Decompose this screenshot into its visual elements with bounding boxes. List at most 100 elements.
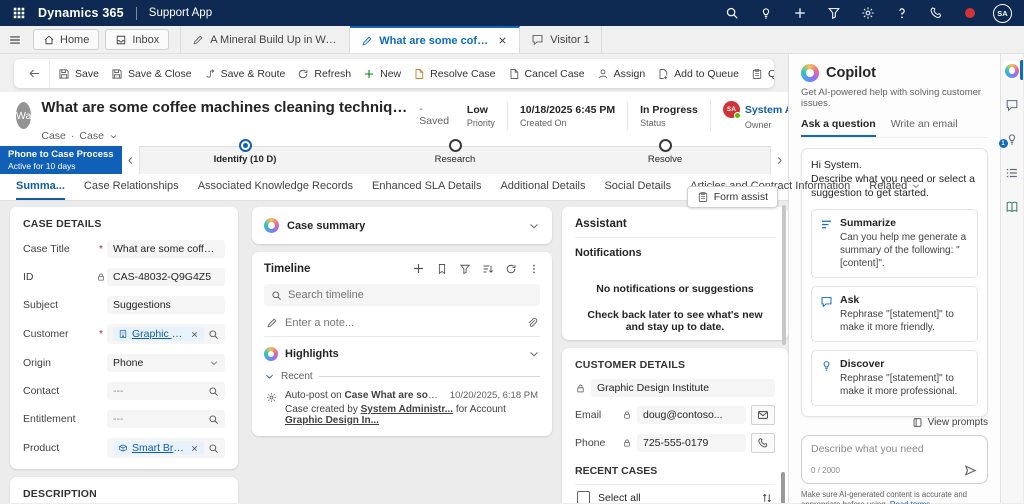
user-avatar[interactable]: SA <box>993 3 1012 23</box>
rail-teams-chat-button[interactable] <box>1003 95 1022 114</box>
note-composer[interactable] <box>264 315 540 337</box>
tab-write-an-email[interactable]: Write an email <box>891 118 958 137</box>
tab-related[interactable]: Related <box>869 180 921 200</box>
rail-knowledge-search-button[interactable] <box>1003 197 1022 216</box>
customer-lookup[interactable]: Graphic Design I... <box>107 324 225 344</box>
rail-copilot-button[interactable] <box>1002 61 1022 80</box>
inbox-button[interactable]: Inbox <box>105 29 170 50</box>
subject-input[interactable]: Suggestions <box>107 296 225 314</box>
new-button[interactable]: New <box>357 59 407 88</box>
help-icon[interactable] <box>891 2 913 24</box>
entitlement-lookup[interactable]: --- <box>107 410 225 428</box>
lookup-search-icon[interactable] <box>208 442 219 454</box>
app-name[interactable]: Support App <box>149 7 212 19</box>
case-title-input[interactable]: What are some coffee ma... <box>107 240 225 258</box>
attach-paperclip-icon[interactable] <box>526 317 538 329</box>
assign-button[interactable]: Assign <box>591 59 652 88</box>
lookup-search-icon[interactable] <box>208 413 219 425</box>
phone-value[interactable]: 725-555-0179 <box>637 434 746 452</box>
close-tab-icon[interactable] <box>497 35 508 46</box>
remove-value-icon[interactable] <box>190 330 199 339</box>
note-input[interactable] <box>285 317 519 329</box>
hamburger-menu-icon[interactable] <box>0 26 30 53</box>
home-button[interactable]: Home <box>33 29 100 50</box>
stage-research[interactable]: Research <box>350 139 560 174</box>
tab-ask-a-question[interactable]: Ask a question <box>801 118 876 137</box>
select-all-checkbox[interactable] <box>577 491 590 503</box>
expand-chevron-icon[interactable] <box>528 348 540 360</box>
send-email-button[interactable] <box>751 405 775 425</box>
form-scrollbar-thumb[interactable] <box>782 205 786 345</box>
chevron-down-icon[interactable] <box>109 132 118 141</box>
add-record-icon[interactable] <box>412 262 425 275</box>
tab-associated-knowledge-records[interactable]: Associated Knowledge Records <box>198 180 353 200</box>
add-to-queue-button[interactable]: Add to Queue <box>651 59 745 88</box>
sort-icon[interactable] <box>482 263 494 275</box>
email-value[interactable]: doug@contoso... <box>637 406 746 424</box>
customer-record-link[interactable]: Graphic Design I... <box>132 328 186 340</box>
user-record-link[interactable]: System Administr... <box>361 404 453 415</box>
rail-suggestions-button[interactable]: 1 <box>998 129 1022 148</box>
rail-agent-scripts-button[interactable] <box>1003 163 1022 182</box>
refresh-icon[interactable] <box>505 263 517 275</box>
brand-title[interactable]: Dynamics 365 <box>38 6 124 20</box>
stage-identify[interactable]: Identify (10 D) <box>140 139 350 174</box>
lookup-search-icon[interactable] <box>208 385 219 397</box>
phone-dialer-icon[interactable] <box>925 2 947 24</box>
bookmark-icon[interactable] <box>436 263 448 275</box>
presence-status-dot[interactable] <box>959 2 981 24</box>
filter-icon[interactable] <box>823 2 845 24</box>
view-prompts-button[interactable]: View prompts <box>801 417 988 428</box>
tab-case-relationships[interactable]: Case Relationships <box>84 180 179 200</box>
search-icon[interactable] <box>721 2 743 24</box>
contact-lookup[interactable]: --- <box>107 382 225 400</box>
tab-social-details[interactable]: Social Details <box>604 180 671 200</box>
session-tab-visitor[interactable]: Visitor 1 <box>520 26 602 53</box>
account-name-field[interactable]: Graphic Design Institute <box>591 379 775 397</box>
session-tab-coffee-active[interactable]: What are some coffee mac... <box>350 26 521 53</box>
form-selector[interactable]: Case <box>79 130 104 142</box>
save-button[interactable]: Save <box>52 59 105 88</box>
session-tab-mineral[interactable]: A Mineral Build Up in Water Su... <box>180 26 351 53</box>
product-record-pill[interactable]: Smart Brew 300 <box>113 441 204 455</box>
suggestion-discover[interactable]: Discover Rephrase "[statement]" to make … <box>811 349 978 406</box>
settings-gear-icon[interactable] <box>857 2 879 24</box>
lightbulb-icon[interactable] <box>755 2 777 24</box>
save-route-button[interactable]: Save & Route <box>198 59 292 88</box>
suggestion-summarize[interactable]: Summarize Can you help me generate a sum… <box>811 208 978 278</box>
copilot-input-box[interactable]: 0 / 2000 <box>801 434 988 484</box>
stage-scroll-left-button[interactable] <box>122 146 140 174</box>
form-assist-button[interactable]: Form assist <box>686 186 778 208</box>
list-scrollbar-thumb[interactable] <box>781 472 785 503</box>
tab-additional-details[interactable]: Additional Details <box>500 180 585 200</box>
cancel-case-button[interactable]: Cancel Case <box>502 59 591 88</box>
resolve-case-button[interactable]: Resolve Case <box>407 59 501 88</box>
stage-resolve[interactable]: Resolve <box>560 139 770 174</box>
queue-item-details-button[interactable]: Queue Item Details <box>745 59 774 88</box>
product-record-link[interactable]: Smart Brew 300 <box>132 442 186 454</box>
product-lookup[interactable]: Smart Brew 300 <box>107 438 225 458</box>
collapse-chevron-icon[interactable] <box>264 371 275 382</box>
timeline-entry[interactable]: Auto-post on Case What are some coffee m… <box>264 390 540 426</box>
remove-value-icon[interactable] <box>190 444 199 453</box>
account-record-link[interactable]: Graphic Design In... <box>285 415 379 426</box>
call-phone-button[interactable] <box>751 433 775 453</box>
back-button[interactable] <box>20 59 50 88</box>
expand-chevron-icon[interactable] <box>528 220 540 232</box>
more-vertical-icon[interactable] <box>528 263 540 275</box>
stage-scroll-right-button[interactable] <box>770 146 788 174</box>
timeline-search-input[interactable] <box>288 289 533 301</box>
sort-updown-icon[interactable] <box>761 492 773 504</box>
origin-dropdown[interactable]: Phone <box>107 354 225 372</box>
add-icon[interactable] <box>789 2 811 24</box>
process-flyout-button[interactable]: Phone to Case Process Active for 10 days <box>0 146 122 174</box>
refresh-button[interactable]: Refresh <box>291 59 357 88</box>
tab-summary[interactable]: Summa... <box>16 180 65 200</box>
read-terms-link[interactable]: Read terms <box>890 500 930 504</box>
lookup-search-icon[interactable] <box>208 328 219 340</box>
suggestion-ask[interactable]: Ask Rephrase "[statement]" to make it mo… <box>811 285 978 342</box>
customer-record-pill[interactable]: Graphic Design I... <box>113 327 204 341</box>
save-close-button[interactable]: Save & Close <box>105 59 198 88</box>
send-icon[interactable] <box>963 463 978 478</box>
waffle-icon[interactable] <box>12 6 26 20</box>
